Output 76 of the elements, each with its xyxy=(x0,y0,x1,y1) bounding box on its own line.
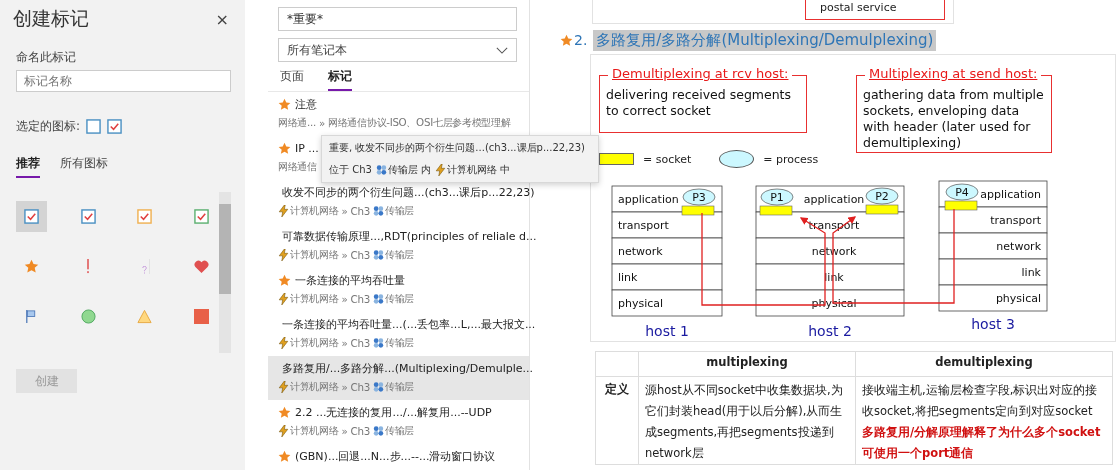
path-text: 网络通... xyxy=(278,115,317,130)
box-text: postal service xyxy=(820,1,897,14)
path-separator: » xyxy=(341,248,348,261)
selected-icon-label: 选定的图标: xyxy=(16,118,81,135)
legend-label: = socket xyxy=(643,152,692,166)
layer-label: transport xyxy=(990,214,1041,227)
path-separator: » xyxy=(341,380,348,393)
field-label: 命名此标记 xyxy=(16,49,77,66)
row-header: 定义 xyxy=(595,376,639,465)
panel-title: 创建标记 xyxy=(13,6,89,31)
notebook-name: 计算机网络 xyxy=(290,423,339,438)
box-text: gathering data from multiple sockets, enveloping data with header (later used for demultiplexing) xyxy=(863,87,1045,151)
section-name: 传输层 xyxy=(384,291,414,306)
path-separator: » xyxy=(341,336,348,349)
path-text: 网络通信 xyxy=(278,159,317,174)
process-label: P1 xyxy=(770,191,784,204)
layer-label: transport xyxy=(618,219,669,232)
box-title: Demultiplexing at rcv host: xyxy=(608,66,793,81)
result-title: 收发不同步的两个衍生问题...(ch3...课后p...22,23) xyxy=(282,185,535,200)
column-header: multiplexing xyxy=(638,351,856,377)
box-title: Multiplexing at send host: xyxy=(865,66,1042,81)
layer-label: network xyxy=(996,240,1041,253)
path-text: Ch3 xyxy=(350,336,370,349)
result-title: IP ... xyxy=(295,142,319,155)
layer-label: application xyxy=(803,193,865,206)
layer-label: physical xyxy=(995,292,1041,305)
result-title: (GBN)...回退...N...步...--...滑动窗口协议 xyxy=(295,449,496,464)
host-label: host 1 xyxy=(645,323,689,339)
path-text: Ch3 xyxy=(350,424,370,437)
process-label: P3 xyxy=(692,191,706,204)
cell-note: 多路复用/分解原理解释了为什么多个socket可使用一个port通信 xyxy=(862,424,1102,462)
cell-text: 源host从不同socket中收集数据块,为它们封装head(用于以后分解),从而生成segments,再把segments投递到network层 xyxy=(645,383,843,460)
heading-number: 2. xyxy=(574,32,588,48)
legend-label: = process xyxy=(763,152,819,166)
process-label: P2 xyxy=(875,190,889,203)
path-text: 网络通信协议-ISO、OSI七层参考模型理解 xyxy=(328,115,511,130)
process-label: P4 xyxy=(955,186,969,199)
section-name: 传输层 xyxy=(384,203,414,218)
result-title: 一条连接的平均吞吐量 xyxy=(295,273,405,288)
section-name: 传输层 xyxy=(384,335,414,350)
notebook-name: 计算机网络 xyxy=(290,203,339,218)
notebook-name: 计算机网络 中 xyxy=(447,163,511,177)
path-text: Ch3 xyxy=(350,380,370,393)
cell-text: 接收端主机,运输层检查字段,标识出对应的接收socket,将把segments定向到对应socket xyxy=(862,383,1098,418)
path-separator: » xyxy=(341,424,348,437)
path-text: Ch3 xyxy=(350,248,370,261)
layer-label: application xyxy=(980,188,1041,201)
layer-label: application xyxy=(618,193,679,206)
notebook-name: 计算机网络 xyxy=(290,247,339,262)
column-header: demultiplexing xyxy=(855,351,1113,377)
box-text: delivering received segments to correct socket xyxy=(606,87,793,119)
notebook-name: 计算机网络 xyxy=(290,291,339,306)
layer-label: physical xyxy=(618,297,664,310)
result-title: 注意 xyxy=(295,97,317,112)
host-label: host 2 xyxy=(808,323,852,339)
path-separator: » xyxy=(341,204,348,217)
path-text: 位于 Ch3 xyxy=(329,163,372,177)
result-title: 2.2 ...无连接的复用.../...解复用...--UDP xyxy=(295,405,492,420)
section-name: 传输层 xyxy=(384,247,414,262)
layer-label: link xyxy=(1021,266,1041,279)
layer-label: network xyxy=(618,245,663,258)
section-name: 传输层 xyxy=(384,423,414,438)
path-separator: » xyxy=(341,292,348,305)
result-title: 一条连接的平均吞吐量...(...丢包率...L,...最大报文... xyxy=(282,317,536,332)
result-title: 可靠数据传输原理...,RDT(principles of reliale d... xyxy=(282,229,537,244)
section-name: 传输层 xyxy=(384,379,414,394)
path-separator: » xyxy=(319,116,326,129)
tooltip-title: 重要, 收发不同步的两个衍生问题...(ch3...课后p...22,23) xyxy=(329,141,586,155)
path-text: Ch3 xyxy=(350,204,370,217)
section-name: 传输层 内 xyxy=(387,163,432,177)
notebook-name: 计算机网络 xyxy=(290,335,339,350)
heading-text: 多路复用/多路分解(Multiplexing/Demulplexing) xyxy=(593,29,937,51)
notebook-name: 计算机网络 xyxy=(290,379,339,394)
path-text: Ch3 xyxy=(350,292,370,305)
layer-label: link xyxy=(618,271,638,284)
host-label: host 3 xyxy=(971,316,1015,332)
